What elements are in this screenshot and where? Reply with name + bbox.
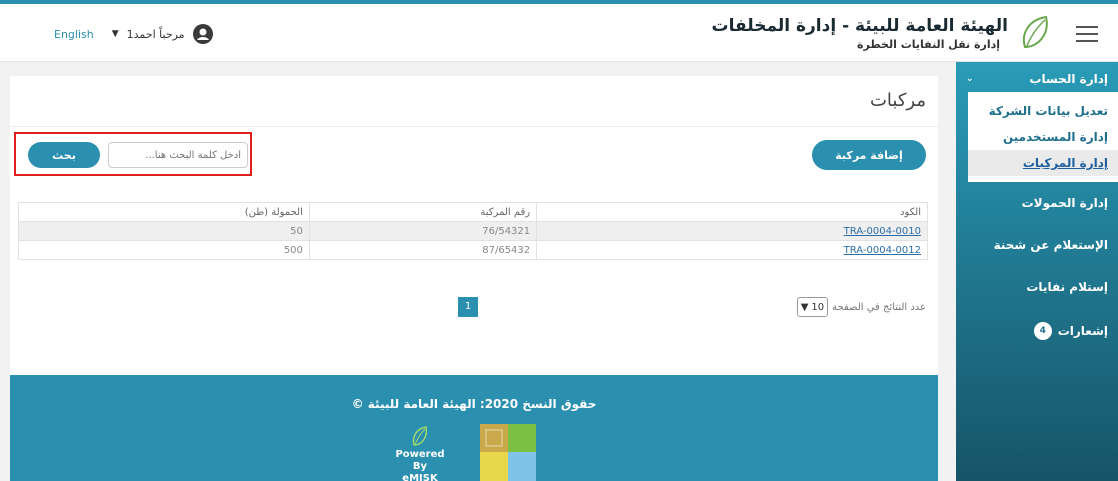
add-vehicle-button[interactable]: إضافة مركبة [812,140,926,170]
submenu-item-company[interactable]: تعديل بيانات الشركة [968,98,1118,124]
app-title: الهيئة العامة للبيئة - إدارة المخلفات [711,16,1008,36]
user-greeting[interactable]: مرحباً احمد1 [127,28,185,41]
cell-vehicle-number: 76/54321 [308,221,538,241]
column-header-load[interactable]: الحمولة (طن) [18,202,310,222]
copyright-text: حقوق النسخ 2020: الهيئة العامة للبيئة © [351,397,597,411]
top-header: الهيئة العامة للبيئة - إدارة المخلفات إد… [0,0,1118,62]
sidebar-item-label: إشعارات [1057,324,1108,338]
sidebar-item-shipment-inquiry[interactable]: الإستعلام عن شحنة [956,224,1118,266]
powered-by-text: Powered By [395,449,445,472]
cell-load: 50 [18,221,310,241]
cell-code: TRA-0004-0010 [536,221,928,241]
footer: حقوق النسخ 2020: الهيئة العامة للبيئة © … [10,375,938,481]
sidebar: إدارة الحساب ⌄ تعديل بيانات الشركة إدارة… [956,62,1118,481]
cell-code: TRA-0004-0012 [536,240,928,260]
table-header-row: الكود رقم المركبة الحمولة (طن) [18,202,928,222]
cell-vehicle-number: 87/65432 [308,240,538,260]
powered-by-brand: eMISK [402,473,438,481]
vehicles-table: الكود رقم المركبة الحمولة (طن) TRA-0004-… [18,202,928,260]
submenu-item-users[interactable]: إدارة المستخدمين [968,124,1118,150]
sidebar-item-loads[interactable]: إدارة الحمولات [956,182,1118,224]
submenu-item-vehicles[interactable]: إدارة المركبات [968,150,1118,176]
column-header-vehicle-number[interactable]: رقم المركبة [308,202,538,222]
chevron-down-icon: ⌄ [966,74,974,84]
vehicle-code-link[interactable]: TRA-0004-0012 [844,245,921,256]
chevron-down-icon[interactable]: ▼ [112,29,119,39]
leaf-logo-icon [1023,15,1048,49]
notification-count-badge: 4 [1033,322,1052,340]
page-size-select[interactable]: ▼ 10 [796,297,829,317]
page-size-control: عدد النتائج في الصفحة ▼ 10 [796,297,926,317]
sidebar-item-notifications[interactable]: إشعارات 4 [956,308,1118,354]
divider [10,126,938,127]
emisk-leaf-icon [412,426,428,446]
sidebar-item-label: إستلام نفايات [1026,280,1108,294]
pagination-page-button[interactable]: 1 [458,297,478,317]
user-area: English ▼ مرحباً احمد1 [54,24,213,44]
sidebar-section-account[interactable]: إدارة الحساب ⌄ [956,62,1118,92]
page-size-value: 10 [811,301,825,313]
partner-logo-icon [480,424,536,481]
cell-load: 500 [18,240,310,260]
powered-by-block: Powered By eMISK [390,425,450,481]
hamburger-menu-icon[interactable] [1076,26,1098,42]
vehicle-code-link[interactable]: TRA-0004-0010 [844,226,921,237]
search-box-highlight: بحث [14,132,252,176]
column-header-code[interactable]: الكود [536,202,928,222]
vehicles-panel: مركبات إضافة مركبة بحث الكود رقم المركبة… [10,76,938,378]
page-title: مركبات [869,90,926,111]
sidebar-item-receive-waste[interactable]: إستلام نفايات [956,266,1118,308]
table-row: TRA-0004-0010 76/54321 50 [18,221,928,241]
sidebar-item-label: الإستعلام عن شحنة [993,238,1108,252]
table-row: TRA-0004-0012 87/65432 500 [18,240,928,260]
search-button[interactable]: بحث [28,142,100,168]
app-subtitle: إدارة نقل النفايات الخطرة [857,38,1000,51]
chevron-down-icon: ▼ [800,301,809,313]
sidebar-section-label: إدارة الحساب [1029,72,1108,86]
sidebar-item-label: إدارة الحمولات [1021,196,1108,210]
language-link[interactable]: English [54,28,94,41]
sidebar-submenu: تعديل بيانات الشركة إدارة المستخدمين إدا… [968,92,1118,182]
search-input[interactable] [108,142,248,168]
page-size-label: عدد النتائج في الصفحة [832,301,926,313]
user-avatar-icon[interactable] [192,24,213,44]
